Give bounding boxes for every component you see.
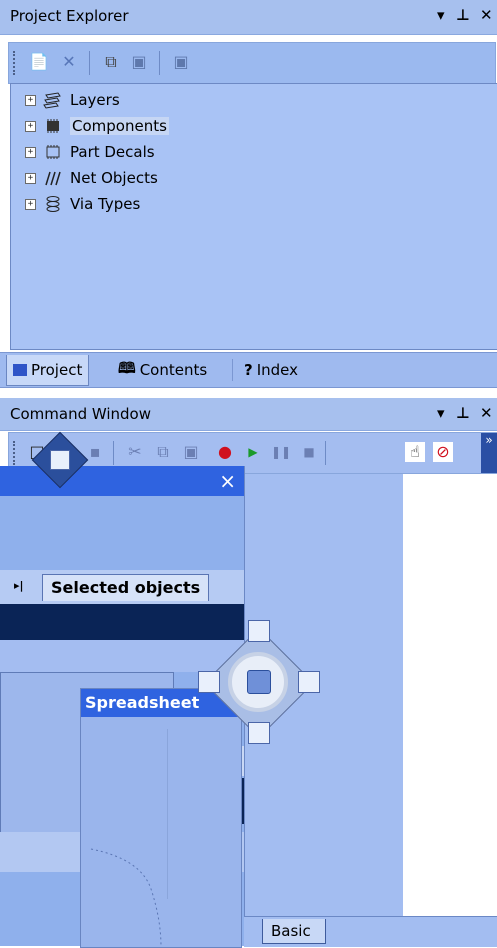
tree-item-label: Components	[70, 117, 169, 135]
copy-icon[interactable]: ⧉	[101, 52, 121, 72]
project-explorer-tabs: Project 🕮 Contents ? Index	[0, 352, 497, 388]
toolbar-separator	[159, 51, 160, 75]
selected-objects-tabstrip: ▸| Selected objects	[0, 570, 244, 604]
tree-item-label: Layers	[70, 91, 120, 109]
tab-label: Contents	[139, 361, 208, 379]
dock-left-edge-icon[interactable]	[50, 450, 70, 470]
tree-item-components[interactable]: + Components	[25, 115, 169, 137]
expand-icon[interactable]: +	[25, 198, 36, 210]
net-objects-icon	[42, 169, 64, 187]
close-icon[interactable]: ×	[219, 469, 236, 493]
paste-icon[interactable]: ▣	[129, 52, 149, 72]
cut-icon[interactable]: ✂	[125, 442, 145, 462]
play-icon[interactable]: ▶	[243, 442, 263, 462]
record-icon[interactable]: ●	[215, 442, 235, 462]
tree-item-part-decals[interactable]: + Part Decals	[25, 141, 155, 163]
command-window-title: Command Window	[10, 405, 152, 423]
stop-icon[interactable]: ■	[299, 442, 319, 462]
tree-item-net-objects[interactable]: + Net Objects	[25, 167, 158, 189]
dock-right-icon[interactable]	[298, 671, 320, 693]
tab-basic[interactable]: Basic	[262, 919, 326, 944]
pin-icon[interactable]: ⊥	[456, 6, 470, 24]
dropdown-icon[interactable]: ▾	[437, 6, 445, 24]
tree-item-label: Via Types	[70, 195, 141, 213]
expand-icon[interactable]: +	[25, 146, 36, 158]
toolbar-grip-icon[interactable]	[13, 51, 18, 75]
close-icon[interactable]: ✕	[480, 6, 493, 24]
dock-center-icon[interactable]	[247, 670, 271, 694]
tab-contents[interactable]: 🕮 Contents	[112, 355, 213, 385]
toolbar-separator	[89, 51, 90, 75]
stop-sign-icon[interactable]: ⊘	[433, 442, 453, 462]
tab-index[interactable]: ? Index	[238, 355, 304, 385]
contents-icon: 🕮	[118, 358, 136, 377]
tab-project[interactable]: Project	[6, 355, 90, 386]
close-icon[interactable]: ✕	[480, 404, 493, 422]
properties-icon[interactable]: ▣	[171, 52, 191, 72]
expand-icon[interactable]: +	[25, 172, 36, 184]
floating-panel-header: ×	[0, 466, 244, 496]
layers-icon	[42, 91, 64, 109]
dock-bottom-icon[interactable]	[248, 722, 270, 744]
part-decals-icon	[42, 143, 64, 161]
via-types-icon	[42, 195, 64, 213]
pin-icon[interactable]: ⊥	[456, 404, 470, 422]
bottom-tabstrip: Basic	[244, 916, 497, 947]
index-icon: ?	[244, 361, 253, 379]
tab-label: Index	[256, 361, 298, 379]
toolbar-separator	[113, 441, 114, 465]
tree-item-via-types[interactable]: + Via Types	[25, 193, 140, 215]
hand-icon[interactable]: ☝	[405, 442, 425, 462]
tab-separator	[232, 359, 233, 381]
project-explorer-title: Project Explorer	[10, 7, 129, 25]
tab-label: Project	[31, 361, 83, 379]
toolbar-grip-icon[interactable]	[13, 441, 18, 465]
tree-item-layers[interactable]: + Layers	[25, 89, 120, 111]
toolbar-overflow-icon[interactable]: »	[481, 433, 497, 473]
paste-icon[interactable]: ▣	[181, 442, 201, 462]
dock-left-icon[interactable]	[198, 671, 220, 693]
new-icon[interactable]: 📄	[29, 52, 49, 72]
copy-icon[interactable]: ⧉	[153, 442, 173, 462]
toolbar-separator	[325, 441, 326, 465]
expand-icon[interactable]: +	[25, 120, 36, 132]
tree-item-label: Net Objects	[70, 169, 158, 187]
project-explorer-toolbar: 📄 ✕ ⧉ ▣ ▣	[8, 42, 496, 84]
project-explorer-titlebar: Project Explorer ▾ ⊥ ✕	[0, 0, 497, 35]
expand-icon[interactable]: +	[25, 94, 36, 106]
dock-compass	[180, 604, 336, 760]
pause-icon[interactable]: ❚❚	[271, 442, 291, 462]
dotted-curve	[90, 848, 162, 947]
dropdown-icon[interactable]: ▾	[437, 404, 445, 422]
project-tree: + Layers + Components + Part Decals + Ne…	[10, 83, 497, 350]
tree-item-label: Part Decals	[70, 143, 155, 161]
dock-top-icon[interactable]	[248, 620, 270, 642]
delete-icon[interactable]: ✕	[59, 52, 79, 72]
components-icon	[42, 117, 64, 135]
command-window-titlebar: Command Window ▾ ⊥ ✕	[0, 398, 497, 431]
nav-next-icon[interactable]: ▸|	[14, 579, 24, 592]
project-icon	[13, 364, 27, 376]
tab-selected-objects[interactable]: Selected objects	[42, 574, 210, 601]
